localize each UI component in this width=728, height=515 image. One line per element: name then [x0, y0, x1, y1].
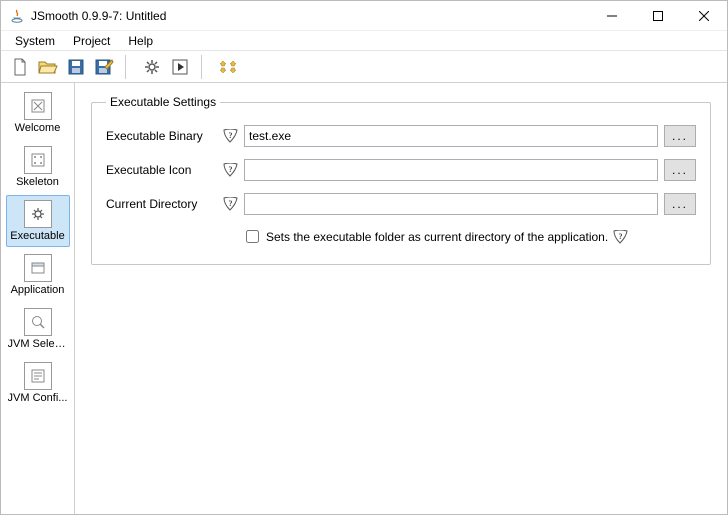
- minimize-button[interactable]: [589, 1, 635, 30]
- toolbar-misc-group: [215, 54, 241, 80]
- browse-binary-button[interactable]: ...: [664, 125, 696, 147]
- browse-cwd-button[interactable]: ...: [664, 193, 696, 215]
- executable-binary-input[interactable]: [244, 125, 658, 147]
- cwd-checkbox-label: Sets the executable folder as current di…: [266, 230, 608, 244]
- compile-button[interactable]: [139, 54, 165, 80]
- sidebar-item-jvm-selection[interactable]: JVM Select...: [6, 303, 70, 355]
- open-folder-icon: [38, 58, 58, 76]
- help-icon[interactable]: ?: [612, 229, 628, 245]
- svg-text:?: ?: [618, 232, 622, 241]
- sidebar-item-jvm-config[interactable]: JVM Confi...: [6, 357, 70, 409]
- help-icon[interactable]: ?: [222, 162, 238, 178]
- help-icon[interactable]: ?: [222, 196, 238, 212]
- run-icon: [171, 58, 189, 76]
- menu-system[interactable]: System: [7, 32, 63, 50]
- sidebar-item-skeleton[interactable]: Skeleton: [6, 141, 70, 193]
- sidebar-item-label: Application: [8, 284, 68, 296]
- open-button[interactable]: [35, 54, 61, 80]
- window-controls: [589, 1, 727, 30]
- group-legend: Executable Settings: [106, 95, 220, 109]
- svg-text:?: ?: [228, 199, 232, 208]
- sidebar-item-label: Executable: [8, 230, 68, 242]
- label-executable-binary: Executable Binary: [106, 129, 216, 143]
- toolbar-build-group: [139, 54, 193, 80]
- svg-text:?: ?: [228, 131, 232, 140]
- save-as-button[interactable]: [91, 54, 117, 80]
- sidebar-item-label: JVM Confi...: [8, 392, 68, 404]
- sidebar: Welcome Skeleton: [1, 83, 75, 514]
- welcome-icon: [24, 92, 52, 120]
- application-icon: [24, 254, 52, 282]
- menubar: System Project Help: [1, 31, 727, 51]
- save-button[interactable]: [63, 54, 89, 80]
- toolbar: [1, 51, 727, 83]
- sidebar-item-label: JVM Select...: [8, 338, 68, 350]
- cwd-checkbox-row: Sets the executable folder as current di…: [242, 227, 696, 246]
- help-icon[interactable]: ?: [222, 128, 238, 144]
- cwd-checkbox[interactable]: [246, 230, 259, 243]
- executable-settings-group: Executable Settings Executable Binary ? …: [91, 95, 711, 265]
- browse-icon-button[interactable]: ...: [664, 159, 696, 181]
- app-window: JSmooth 0.9.9-7: Untitled System Project…: [0, 0, 728, 515]
- executable-icon: [24, 200, 52, 228]
- new-file-icon: [11, 58, 29, 76]
- new-button[interactable]: [7, 54, 33, 80]
- row-executable-icon: Executable Icon ? ...: [106, 159, 696, 181]
- label-executable-icon: Executable Icon: [106, 163, 216, 177]
- menu-project[interactable]: Project: [65, 32, 118, 50]
- java-app-icon: [9, 8, 25, 24]
- row-executable-binary: Executable Binary ? ...: [106, 125, 696, 147]
- toolbar-separator: [125, 55, 133, 79]
- save-icon: [67, 58, 85, 76]
- svg-text:?: ?: [228, 165, 232, 174]
- toolbar-file-group: [7, 54, 117, 80]
- maximize-button[interactable]: [635, 1, 681, 30]
- four-arrows-icon: [219, 58, 237, 76]
- row-current-directory: Current Directory ? ...: [106, 193, 696, 215]
- current-directory-input[interactable]: [244, 193, 658, 215]
- window-title: JSmooth 0.9.9-7: Untitled: [31, 9, 589, 23]
- save-as-icon: [94, 58, 114, 76]
- sidebar-item-label: Welcome: [8, 122, 68, 134]
- label-current-directory: Current Directory: [106, 197, 216, 211]
- sidebar-item-application[interactable]: Application: [6, 249, 70, 301]
- content-area: Executable Settings Executable Binary ? …: [75, 83, 727, 514]
- menu-help[interactable]: Help: [120, 32, 161, 50]
- jvm-selection-icon: [24, 308, 52, 336]
- sidebar-item-executable[interactable]: Executable: [6, 195, 70, 247]
- sidebar-item-label: Skeleton: [8, 176, 68, 188]
- arrange-button[interactable]: [215, 54, 241, 80]
- titlebar: JSmooth 0.9.9-7: Untitled: [1, 1, 727, 31]
- skeleton-icon: [24, 146, 52, 174]
- jvm-config-icon: [24, 362, 52, 390]
- run-button[interactable]: [167, 54, 193, 80]
- body: Welcome Skeleton: [1, 83, 727, 514]
- toolbar-separator: [201, 55, 209, 79]
- executable-icon-input[interactable]: [244, 159, 658, 181]
- gear-icon: [143, 58, 161, 76]
- close-button[interactable]: [681, 1, 727, 30]
- sidebar-item-welcome[interactable]: Welcome: [6, 87, 70, 139]
